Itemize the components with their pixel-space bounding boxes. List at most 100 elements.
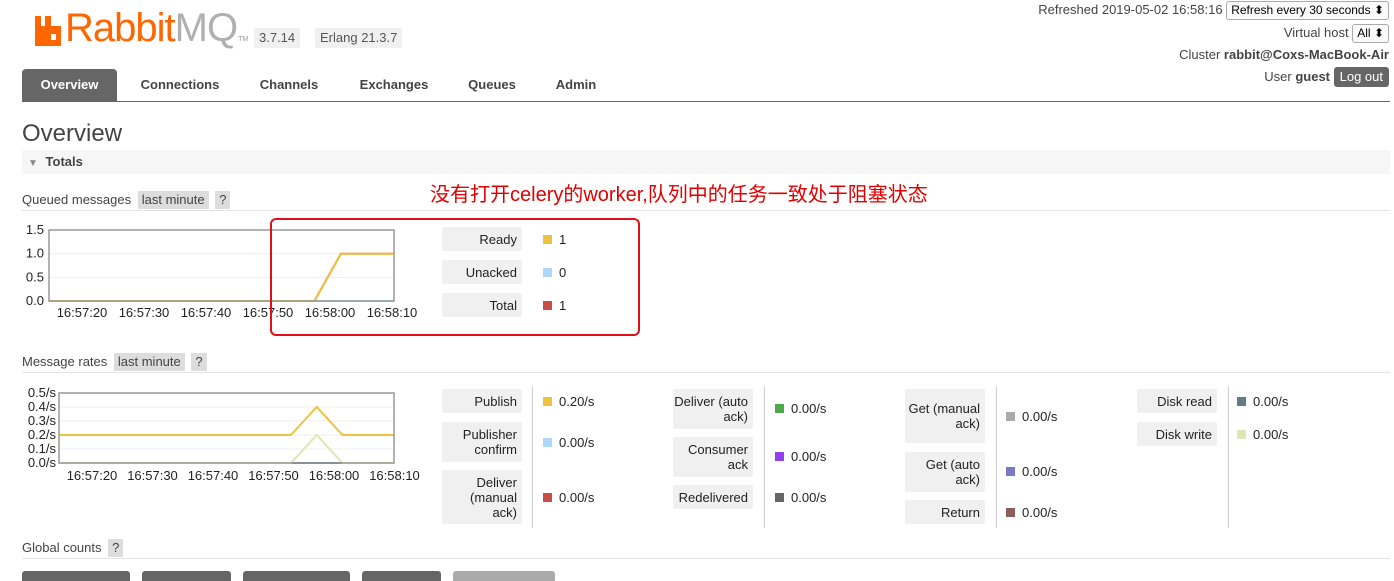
- rabbit-logo-icon: [35, 16, 61, 46]
- queued-help-button[interactable]: ?: [215, 191, 231, 209]
- y-tick-label: 0.1/s: [28, 441, 57, 456]
- count-button[interactable]: [453, 571, 555, 581]
- x-tick-label: 16:58:00: [309, 468, 360, 483]
- refresh-interval-select[interactable]: Refresh every 30 seconds ⬍: [1226, 1, 1389, 20]
- legend-publish-value: 0.20/s: [543, 389, 594, 413]
- count-button[interactable]: [22, 571, 130, 581]
- x-tick-label: 16:57:50: [248, 468, 299, 483]
- get-auto-swatch: [1006, 466, 1015, 476]
- redelivered-swatch: [775, 492, 784, 502]
- totals-label: Totals: [45, 154, 83, 169]
- y-tick-label: 0.0: [26, 293, 44, 308]
- tab-overview[interactable]: Overview: [22, 69, 117, 101]
- y-tick-label: 0.2/s: [28, 427, 57, 442]
- disk-read-swatch: [1237, 396, 1246, 406]
- legend-unacked-label: Unacked: [442, 260, 522, 284]
- consumer-ack-rate: 0.00/s: [791, 448, 827, 464]
- queued-messages-label: Queued messages: [22, 192, 132, 207]
- y-tick-label: 1.5: [26, 222, 44, 237]
- logo-trademark: TM: [238, 36, 249, 43]
- vhost-select[interactable]: All ⬍: [1352, 24, 1389, 43]
- count-button[interactable]: [243, 571, 350, 581]
- deliver-auto-swatch: [775, 403, 784, 413]
- legend-deliver-auto-label: Deliver (auto ack): [673, 389, 753, 429]
- publisher-confirm-swatch: [543, 437, 552, 447]
- select-arrows-icon: ⬍: [1373, 26, 1384, 40]
- tab-queues[interactable]: Queues: [454, 69, 530, 101]
- totals-section-toggle[interactable]: ▼ Totals: [22, 150, 1390, 174]
- redelivered-rate: 0.00/s: [791, 489, 827, 505]
- x-tick-label: 16:57:20: [57, 305, 108, 320]
- collapse-triangle-icon: ▼: [28, 158, 38, 169]
- count-button[interactable]: [142, 571, 231, 581]
- divider: [22, 558, 1390, 559]
- divider: [22, 372, 1390, 373]
- y-tick-label: 1.0: [26, 246, 44, 261]
- cluster-label: Cluster: [1179, 47, 1221, 62]
- annotation-text: 没有打开celery的worker,队列中的任务一致处于阻塞状态: [430, 184, 928, 206]
- publish-rate: 0.20/s: [559, 393, 595, 409]
- y-tick-label: 0.3/s: [28, 413, 57, 428]
- legend-publisher-confirm-label: Publisher confirm: [442, 422, 522, 462]
- version-badge: 3.7.14: [254, 28, 301, 48]
- y-tick-label: 0.0/s: [28, 455, 57, 470]
- legend-ready-value: 1: [543, 227, 566, 251]
- column-separator: [764, 386, 765, 528]
- return-swatch: [1006, 507, 1015, 517]
- return-rate: 0.00/s: [1022, 504, 1058, 520]
- count-button[interactable]: [362, 571, 441, 581]
- legend-total-label: Total: [442, 293, 522, 317]
- column-separator: [532, 386, 533, 528]
- x-tick-label: 16:58:10: [369, 468, 420, 483]
- legend-total-value: 1: [543, 293, 566, 317]
- x-tick-label: 16:57:40: [181, 305, 232, 320]
- deliver-manual-swatch: [543, 492, 552, 502]
- y-tick-label: 0.4/s: [28, 399, 57, 414]
- legend-get-manual-value: 0.00/s: [1006, 404, 1057, 428]
- message-rates-label: Message rates: [22, 354, 108, 369]
- global-counts-help-button[interactable]: ?: [108, 539, 124, 557]
- queued-range-button[interactable]: last minute: [137, 191, 209, 209]
- select-arrows-icon: ⬍: [1373, 3, 1384, 17]
- refreshed-timestamp: Refreshed 2019-05-02 16:58:16: [1038, 1, 1223, 17]
- legend-return-value: 0.00/s: [1006, 500, 1057, 524]
- legend-deliver-manual-label: Deliver (manual ack): [442, 470, 522, 524]
- rabbitmq-logo[interactable]: RabbitMQ TM: [33, 8, 249, 48]
- legend-unacked-value: 0: [543, 260, 566, 284]
- x-tick-label: 16:57:40: [188, 468, 239, 483]
- legend-publisher-confirm-value: 0.00/s: [543, 430, 594, 454]
- disk-write-rate: 0.00/s: [1253, 426, 1289, 442]
- logo-text-main: Rabbit: [65, 6, 176, 50]
- tab-connections[interactable]: Connections: [125, 69, 235, 101]
- erlang-badge: Erlang 21.3.7: [315, 28, 403, 48]
- vhost-select-value: All: [1357, 26, 1371, 40]
- tab-exchanges[interactable]: Exchanges: [344, 69, 444, 101]
- legend-redelivered-value: 0.00/s: [775, 485, 826, 509]
- legend-deliver-auto-value: 0.00/s: [775, 396, 826, 420]
- legend-return-label: Return: [905, 500, 985, 524]
- unacked-swatch: [543, 267, 552, 277]
- vhost-label: Virtual host: [1283, 24, 1349, 40]
- ready-swatch: [543, 234, 552, 244]
- tab-channels[interactable]: Channels: [244, 69, 334, 101]
- legend-get-manual-label: Get (manual ack): [905, 389, 985, 443]
- rates-help-button[interactable]: ?: [191, 353, 207, 371]
- tab-admin[interactable]: Admin: [540, 69, 612, 101]
- legend-disk-write-label: Disk write: [1137, 422, 1217, 446]
- global-counts-label: Global counts: [22, 540, 102, 555]
- legend-disk-read-label: Disk read: [1137, 389, 1217, 413]
- y-tick-label: 0.5/s: [28, 385, 57, 400]
- column-separator: [996, 386, 997, 528]
- rates-range-button[interactable]: last minute: [113, 353, 185, 371]
- unacked-count: 0: [559, 264, 567, 280]
- y-tick-label: 0.5: [26, 269, 44, 284]
- logo-text-mq: MQ: [174, 6, 238, 50]
- cluster-name: rabbit@Coxs-MacBook-Air: [1223, 47, 1389, 62]
- deliver-auto-rate: 0.00/s: [791, 400, 827, 416]
- page-title: Overview: [22, 120, 123, 147]
- get-auto-rate: 0.00/s: [1022, 463, 1058, 479]
- x-tick-label: 16:57:20: [67, 468, 118, 483]
- main-nav: Overview Connections Channels Exchanges …: [22, 69, 1390, 102]
- legend-consumer-ack-label: Consumer ack: [673, 437, 753, 477]
- chart-frame: [58, 392, 395, 464]
